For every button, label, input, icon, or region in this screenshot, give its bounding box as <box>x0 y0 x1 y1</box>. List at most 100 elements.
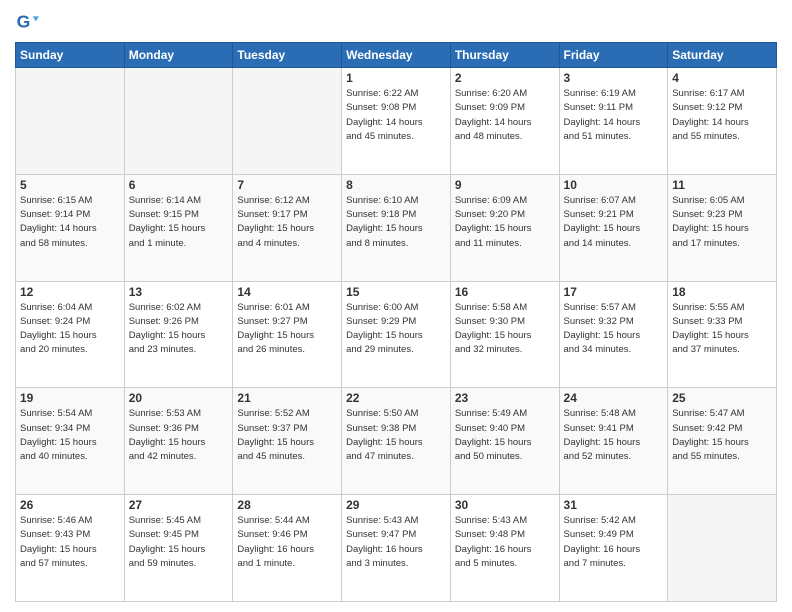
day-info-line: Daylight: 14 hours <box>672 116 772 130</box>
header: G <box>15 10 777 34</box>
day-info: Sunrise: 5:49 AMSunset: 9:40 PMDaylight:… <box>455 407 555 464</box>
day-info-line: Sunset: 9:26 PM <box>129 315 229 329</box>
day-number: 28 <box>237 498 337 512</box>
day-info: Sunrise: 5:46 AMSunset: 9:43 PMDaylight:… <box>20 514 120 571</box>
calendar-cell: 15Sunrise: 6:00 AMSunset: 9:29 PMDayligh… <box>342 281 451 388</box>
day-info-line: and 47 minutes. <box>346 450 446 464</box>
day-number: 7 <box>237 178 337 192</box>
day-info: Sunrise: 6:02 AMSunset: 9:26 PMDaylight:… <box>129 301 229 358</box>
calendar-cell: 17Sunrise: 5:57 AMSunset: 9:32 PMDayligh… <box>559 281 668 388</box>
day-number: 23 <box>455 391 555 405</box>
day-info-line: and 1 minute. <box>237 557 337 571</box>
day-info: Sunrise: 6:15 AMSunset: 9:14 PMDaylight:… <box>20 194 120 251</box>
calendar-table: SundayMondayTuesdayWednesdayThursdayFrid… <box>15 42 777 602</box>
day-info-line: Sunset: 9:15 PM <box>129 208 229 222</box>
day-info-line: Daylight: 15 hours <box>237 329 337 343</box>
svg-text:G: G <box>17 12 31 32</box>
day-info: Sunrise: 6:12 AMSunset: 9:17 PMDaylight:… <box>237 194 337 251</box>
calendar-cell: 6Sunrise: 6:14 AMSunset: 9:15 PMDaylight… <box>124 174 233 281</box>
calendar-cell: 27Sunrise: 5:45 AMSunset: 9:45 PMDayligh… <box>124 495 233 602</box>
day-info-line: Sunset: 9:36 PM <box>129 422 229 436</box>
day-info-line: Sunset: 9:47 PM <box>346 528 446 542</box>
day-info-line: Daylight: 15 hours <box>564 329 664 343</box>
calendar-week-row: 26 Sunrise: 5:46 AMSunset: 9:43 PMDayligh… <box>16 495 777 602</box>
day-info-line: Sunset: 9:49 PM <box>564 528 664 542</box>
calendar-cell: 10Sunrise: 6:07 AMSunset: 9:21 PMDayligh… <box>559 174 668 281</box>
day-info-line: Sunrise: 5:53 AM <box>129 407 229 421</box>
day-info: Sunrise: 5:55 AMSunset: 9:33 PMDaylight:… <box>672 301 772 358</box>
day-header-friday: Friday <box>559 43 668 68</box>
day-info: Sunrise: 6:19 AMSunset: 9:11 PMDaylight:… <box>564 87 664 144</box>
day-info-line: Sunrise: 6:15 AM <box>20 194 120 208</box>
day-info-line: and 4 minutes. <box>237 237 337 251</box>
day-info: Sunrise: 5:47 AMSunset: 9:42 PMDaylight:… <box>672 407 772 464</box>
day-info-line: Daylight: 16 hours <box>455 543 555 557</box>
calendar-cell: 9Sunrise: 6:09 AMSunset: 9:20 PMDaylight… <box>450 174 559 281</box>
day-info: Sunrise: 6:20 AMSunset: 9:09 PMDaylight:… <box>455 87 555 144</box>
day-number: 25 <box>672 391 772 405</box>
day-info-line: and 42 minutes. <box>129 450 229 464</box>
day-info-line: Daylight: 14 hours <box>20 222 120 236</box>
day-number: 2 <box>455 71 555 85</box>
logo-icon: G <box>15 10 39 34</box>
day-info-line: Daylight: 16 hours <box>564 543 664 557</box>
day-info-line: Daylight: 15 hours <box>20 436 120 450</box>
day-number: 16 <box>455 285 555 299</box>
day-info: Sunrise: 6:14 AMSunset: 9:15 PMDaylight:… <box>129 194 229 251</box>
day-info-line: Sunrise: 6:00 AM <box>346 301 446 315</box>
day-info-line: Sunset: 9:41 PM <box>564 422 664 436</box>
day-info-line: Sunrise: 5:46 AM <box>20 514 120 528</box>
day-info-line: Daylight: 15 hours <box>129 543 229 557</box>
calendar-week-row: 19Sunrise: 5:54 AMSunset: 9:34 PMDayligh… <box>16 388 777 495</box>
calendar-cell: 7 Sunrise: 6:12 AMSunset: 9:17 PMDaylight… <box>233 174 342 281</box>
day-info-line: Sunrise: 6:14 AM <box>129 194 229 208</box>
calendar-cell: 12Sunrise: 6:04 AMSunset: 9:24 PMDayligh… <box>16 281 125 388</box>
day-info: Sunrise: 6:07 AMSunset: 9:21 PMDaylight:… <box>564 194 664 251</box>
day-info-line: Daylight: 14 hours <box>564 116 664 130</box>
day-number: 1 <box>346 71 446 85</box>
day-info-line: and 5 minutes. <box>455 557 555 571</box>
day-info-line: Sunrise: 5:45 AM <box>129 514 229 528</box>
day-info-line: Sunset: 9:11 PM <box>564 101 664 115</box>
day-info-line: and 7 minutes. <box>564 557 664 571</box>
day-info: Sunrise: 5:43 AMSunset: 9:47 PMDaylight:… <box>346 514 446 571</box>
day-number: 21 <box>237 391 337 405</box>
day-info-line: Daylight: 15 hours <box>564 222 664 236</box>
calendar-cell: 5Sunrise: 6:15 AMSunset: 9:14 PMDaylight… <box>16 174 125 281</box>
day-info-line: Sunrise: 5:48 AM <box>564 407 664 421</box>
day-info-line: Daylight: 15 hours <box>129 222 229 236</box>
day-info: Sunrise: 5:53 AMSunset: 9:36 PMDaylight:… <box>129 407 229 464</box>
calendar-cell: 24Sunrise: 5:48 AMSunset: 9:41 PMDayligh… <box>559 388 668 495</box>
day-info-line: and 55 minutes. <box>672 130 772 144</box>
day-info-line: Sunrise: 6:20 AM <box>455 87 555 101</box>
day-info-line: Sunrise: 6:02 AM <box>129 301 229 315</box>
day-info-line: Sunrise: 6:19 AM <box>564 87 664 101</box>
day-info-line: Sunrise: 6:07 AM <box>564 194 664 208</box>
calendar-week-row: 12Sunrise: 6:04 AMSunset: 9:24 PMDayligh… <box>16 281 777 388</box>
calendar-cell: 2 Sunrise: 6:20 AMSunset: 9:09 PMDaylight… <box>450 68 559 175</box>
calendar-cell: 28 Sunrise: 5:44 AMSunset: 9:46 PMDayligh… <box>233 495 342 602</box>
day-info-line: Sunrise: 5:57 AM <box>564 301 664 315</box>
day-info-line: Sunset: 9:38 PM <box>346 422 446 436</box>
day-info-line: Sunrise: 5:54 AM <box>20 407 120 421</box>
day-info-line: Daylight: 15 hours <box>237 436 337 450</box>
day-info-line: Sunrise: 5:44 AM <box>237 514 337 528</box>
day-info-line: Sunset: 9:46 PM <box>237 528 337 542</box>
day-info: Sunrise: 5:50 AMSunset: 9:38 PMDaylight:… <box>346 407 446 464</box>
day-number: 26 <box>20 498 120 512</box>
day-info: Sunrise: 5:48 AMSunset: 9:41 PMDaylight:… <box>564 407 664 464</box>
day-info-line: Sunrise: 6:01 AM <box>237 301 337 315</box>
day-info-line: Sunset: 9:32 PM <box>564 315 664 329</box>
day-info: Sunrise: 6:00 AMSunset: 9:29 PMDaylight:… <box>346 301 446 358</box>
day-info: Sunrise: 6:01 AMSunset: 9:27 PMDaylight:… <box>237 301 337 358</box>
calendar-cell: 11Sunrise: 6:05 AMSunset: 9:23 PMDayligh… <box>668 174 777 281</box>
day-info-line: Sunset: 9:18 PM <box>346 208 446 222</box>
day-info-line: Daylight: 15 hours <box>129 436 229 450</box>
calendar-cell: 23 Sunrise: 5:49 AMSunset: 9:40 PMDayligh… <box>450 388 559 495</box>
day-number: 20 <box>129 391 229 405</box>
calendar-cell <box>233 68 342 175</box>
day-info-line: and 50 minutes. <box>455 450 555 464</box>
day-header-sunday: Sunday <box>16 43 125 68</box>
day-info-line: Daylight: 16 hours <box>237 543 337 557</box>
day-info-line: and 52 minutes. <box>564 450 664 464</box>
